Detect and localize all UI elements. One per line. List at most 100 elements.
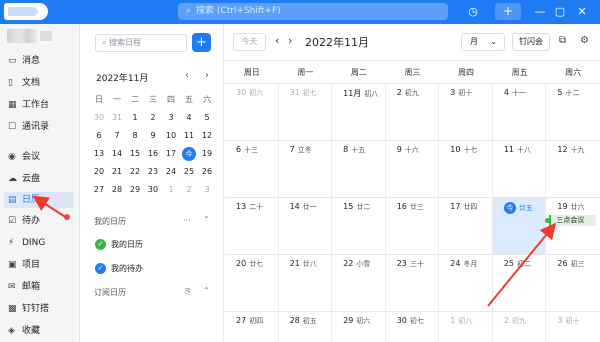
mini-day-cell[interactable]: 31 xyxy=(108,109,126,127)
next-month-icon[interactable]: › xyxy=(288,34,292,47)
maximize-button[interactable]: ▢ xyxy=(554,3,566,20)
mini-day-cell[interactable]: 21 xyxy=(108,163,126,181)
sidebar-item-calendar[interactable]: ▤ 日历 xyxy=(4,192,74,208)
day-cell[interactable]: 11月 初八 xyxy=(332,84,386,140)
add-schedule-button[interactable]: + xyxy=(192,33,211,52)
mini-day-cell[interactable]: 10 xyxy=(162,127,180,145)
day-cell[interactable]: 3 初十 xyxy=(439,84,493,140)
day-cell[interactable]: 20 廿七 xyxy=(225,255,279,311)
mini-day-cell[interactable]: 1 xyxy=(126,109,144,127)
day-cell[interactable]: 今廿五 xyxy=(492,198,547,254)
history-icon[interactable]: ◷ xyxy=(466,3,480,20)
day-cell[interactable]: 17 廿四 xyxy=(439,198,493,254)
mini-day-cell[interactable]: 16 xyxy=(144,145,162,163)
day-cell[interactable]: 25 初二 xyxy=(493,255,547,311)
mini-day-cell[interactable]: 12 xyxy=(198,127,216,145)
day-cell[interactable]: 11 十八 xyxy=(493,141,547,197)
day-cell[interactable]: 14 廿一 xyxy=(279,198,333,254)
day-cell[interactable]: 3 初十 xyxy=(546,312,600,342)
mini-day-cell[interactable]: 6 xyxy=(90,127,108,145)
mini-day-cell[interactable]: 13 xyxy=(90,145,108,163)
day-cell[interactable]: 7 立冬 xyxy=(279,141,333,197)
day-cell[interactable]: 26 初三 xyxy=(546,255,600,311)
sidebar-item-favorites[interactable]: ◈ 收藏 xyxy=(0,323,80,339)
day-cell[interactable]: 13 二十 xyxy=(225,198,279,254)
mini-day-cell[interactable]: 8 xyxy=(126,127,144,145)
sidebar-item-project[interactable]: ▣ 项目 xyxy=(0,257,80,273)
sidebar-item-workbench[interactable]: ▦ 工作台 xyxy=(0,97,80,113)
mini-day-cell[interactable]: 今 xyxy=(180,145,198,163)
day-cell[interactable]: 31 初七 xyxy=(279,84,333,140)
mini-day-cell[interactable]: 25 xyxy=(180,163,198,181)
mini-day-cell[interactable]: 15 xyxy=(126,145,144,163)
mini-day-cell[interactable]: 9 xyxy=(144,127,162,145)
mini-day-cell[interactable]: 30 xyxy=(90,109,108,127)
mini-day-cell[interactable]: 17 xyxy=(162,145,180,163)
avatar[interactable] xyxy=(7,29,37,43)
sidebar-item-mail[interactable]: ✉ 邮箱 xyxy=(0,279,80,295)
schedule-search-input[interactable]: ⌕ 搜索日程 xyxy=(95,34,187,52)
day-cell[interactable]: 12 十九 xyxy=(546,141,600,197)
day-cell[interactable]: 8 十五 xyxy=(332,141,386,197)
day-cell[interactable]: 5 十二 xyxy=(546,84,600,140)
day-cell[interactable]: 23 三十 xyxy=(386,255,440,311)
mini-day-cell[interactable]: 1 xyxy=(162,181,180,199)
mini-day-cell[interactable]: 2 xyxy=(180,181,198,199)
calendar-item-todo[interactable]: ✓ 我的待办 xyxy=(95,263,143,275)
day-cell[interactable]: 29 初六 xyxy=(332,312,386,342)
close-button[interactable]: ✕ xyxy=(576,3,588,20)
mini-day-cell[interactable]: 28 xyxy=(108,181,126,199)
mini-day-cell[interactable]: 14 xyxy=(108,145,126,163)
day-cell[interactable]: 16 廿三 xyxy=(386,198,440,254)
mini-day-cell[interactable]: 23 xyxy=(144,163,162,181)
day-cell[interactable]: 4 十一 xyxy=(493,84,547,140)
settings-icon[interactable]: ⚙ xyxy=(580,35,589,46)
mini-next-month-icon[interactable]: › xyxy=(205,70,209,81)
day-cell[interactable]: 30 初七 xyxy=(386,312,440,342)
mini-day-cell[interactable]: 3 xyxy=(198,181,216,199)
event-chip[interactable]: 三点会议 xyxy=(545,215,597,226)
mini-day-cell[interactable]: 22 xyxy=(126,163,144,181)
day-cell[interactable]: 30 初六 xyxy=(225,84,279,140)
day-cell[interactable]: 15 廿二 xyxy=(332,198,386,254)
mini-day-cell[interactable]: 19 xyxy=(198,145,216,163)
day-cell[interactable]: 28 初五 xyxy=(279,312,333,342)
create-button[interactable]: + xyxy=(495,3,521,20)
sidebar-item-docs[interactable]: ▯ 文档 xyxy=(0,75,80,91)
checkbox-icon[interactable]: ✓ xyxy=(95,239,106,250)
minimize-button[interactable]: — xyxy=(534,3,546,20)
day-cell[interactable]: 22 小雪 xyxy=(332,255,386,311)
mini-day-cell[interactable]: 2 xyxy=(144,109,162,127)
sidebar-item-ding[interactable]: ⚡ DING xyxy=(0,235,80,251)
day-cell[interactable]: 9 十六 xyxy=(386,141,440,197)
view-select[interactable]: 月 ⌄ xyxy=(461,33,505,51)
more-icon[interactable]: ··· xyxy=(183,216,191,225)
sidebar-item-builder[interactable]: ▩ 钉钉搭 xyxy=(0,301,80,317)
mini-day-cell[interactable]: 5 xyxy=(198,109,216,127)
mini-day-cell[interactable]: 26 xyxy=(198,163,216,181)
flash-meeting-button[interactable]: 钉闪会 xyxy=(512,33,550,51)
day-cell[interactable]: 24 冬月 xyxy=(439,255,493,311)
mini-prev-month-icon[interactable]: ‹ xyxy=(185,70,189,81)
day-cell[interactable]: 1 初八 xyxy=(439,312,493,342)
mini-day-cell[interactable]: 29 xyxy=(126,181,144,199)
collapse-icon[interactable]: ⌃ xyxy=(203,286,210,295)
sidebar-item-messages[interactable]: ▭ 消息 xyxy=(0,53,80,69)
mini-day-cell[interactable]: 27 xyxy=(90,181,108,199)
day-cell[interactable]: 6 十三 xyxy=(225,141,279,197)
today-button[interactable]: 今天 xyxy=(233,33,266,51)
sidebar-item-contacts[interactable]: ☐ 通讯录 xyxy=(0,119,80,135)
mini-day-cell[interactable]: 24 xyxy=(162,163,180,181)
mini-day-cell[interactable]: 20 xyxy=(90,163,108,181)
day-cell[interactable]: 21 廿八 xyxy=(279,255,333,311)
day-cell[interactable]: 2 初九 xyxy=(386,84,440,140)
mini-day-cell[interactable]: 7 xyxy=(108,127,126,145)
global-search-input[interactable]: ⌕ 搜索 (Ctrl+Shift+F) xyxy=(178,3,448,20)
checkbox-icon[interactable]: ✓ xyxy=(95,263,106,274)
day-cell[interactable]: 27 初四 xyxy=(225,312,279,342)
mini-day-cell[interactable]: 3 xyxy=(162,109,180,127)
prev-month-icon[interactable]: ‹ xyxy=(275,34,279,47)
mini-day-cell[interactable]: 11 xyxy=(180,127,198,145)
day-cell[interactable]: 19 廿六 三点会议 xyxy=(545,198,600,254)
day-cell[interactable]: 10 十七 xyxy=(439,141,493,197)
